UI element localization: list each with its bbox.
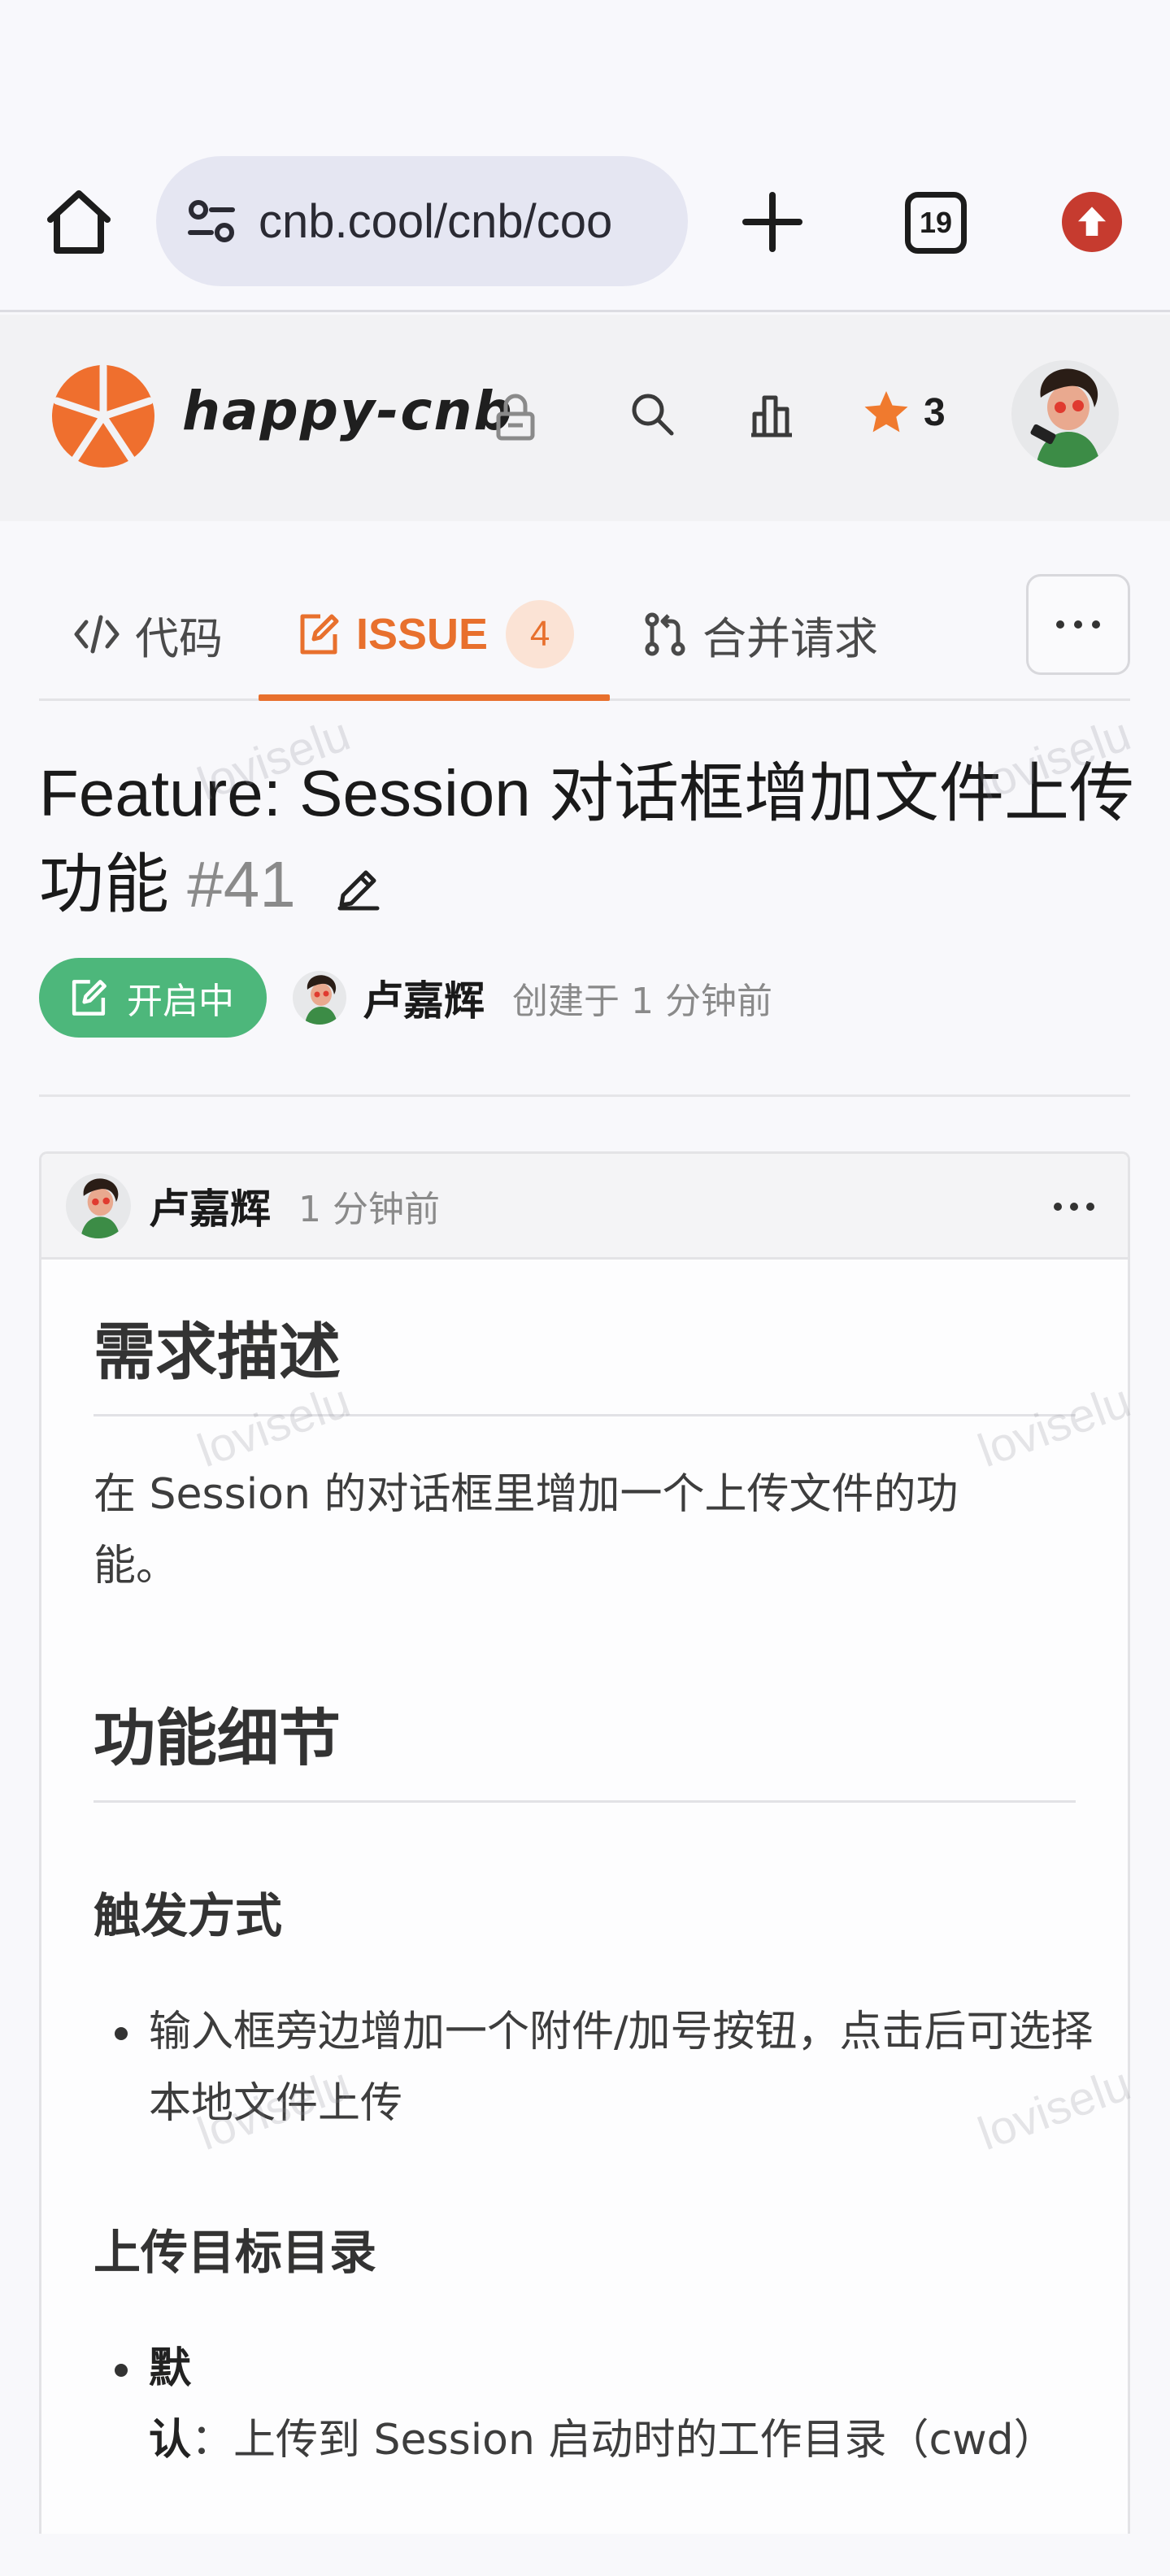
tab-code[interactable]: 代码 (73, 602, 223, 667)
comment-author-avatar[interactable] (66, 1173, 131, 1238)
divider (39, 1094, 1130, 1097)
comment-time: 1 分钟前 (298, 1188, 440, 1230)
tab-count: 19 (919, 206, 953, 239)
list-item: 默认：上传到 Session 启动时的工作目录（cwd） (94, 2333, 1094, 2476)
issue-meta: 开启中 卢嘉辉 创建于 1 分钟前 (39, 958, 772, 1038)
comment-header: 卢嘉辉 1 分钟前 (41, 1154, 1128, 1260)
list-item-text: ：上传到 Session 启动时的工作目录（cwd） (191, 2416, 1056, 2465)
status-label: 开启中 (127, 981, 234, 1022)
issue-comment: 卢嘉辉 1 分钟前 需求描述 在 Session 的对话框里增加一个上传文件的功… (39, 1151, 1130, 2534)
tab-merge-request[interactable]: 合并请求 (642, 602, 878, 667)
site-settings-icon[interactable] (179, 189, 244, 254)
more-options-button[interactable] (1026, 574, 1130, 675)
code-icon (74, 615, 120, 654)
heading-details: 功能细节 (94, 1688, 1076, 1803)
cnb-logo-icon[interactable] (50, 363, 156, 469)
trigger-list: 输入框旁边增加一个附件/加号按钮，点击后可选择本地文件上传 (94, 1996, 1094, 2139)
status-badge: 开启中 (39, 958, 267, 1038)
new-tab-plus-icon[interactable] (736, 185, 809, 259)
active-tab-indicator (259, 694, 610, 701)
stats-bar-icon[interactable] (746, 389, 797, 440)
repo-header: happy-cnb 3 (0, 315, 1170, 521)
issue-edit-icon (300, 614, 339, 655)
paragraph-requirement: 在 Session 的对话框里增加一个上传文件的功能。 (94, 1470, 959, 1590)
star-count: 3 (924, 390, 946, 434)
star-icon (862, 388, 911, 437)
tab-issue[interactable]: ISSUE 4 (296, 600, 575, 668)
lock-icon (494, 393, 537, 442)
repo-tabs: 代码 ISSUE 4 合并请求 (39, 569, 1130, 701)
issue-author[interactable]: 卢嘉辉 (363, 968, 485, 1027)
heading-trigger: 触发方式 (94, 1888, 283, 1943)
heading-requirement: 需求描述 (94, 1302, 1076, 1416)
url-text: cnb.cool/cnb/coo (259, 194, 613, 248)
comment-author[interactable]: 卢嘉辉 (149, 1177, 271, 1235)
home-icon[interactable] (42, 185, 115, 259)
comment-more-icon[interactable] (1050, 1186, 1098, 1227)
issue-created-time: 创建于 1 分钟前 (512, 981, 772, 1022)
pencil-icon[interactable] (335, 864, 382, 912)
tab-code-label: 代码 (135, 612, 223, 664)
tab-merge-request-label: 合并请求 (702, 612, 878, 664)
issue-count-badge: 4 (506, 600, 575, 668)
list-item: 输入框旁边增加一个附件/加号按钮，点击后可选择本地文件上传 (94, 1996, 1094, 2139)
heading-target-dir: 上传目标目录 (94, 2225, 377, 2280)
target-list: 默认：上传到 Session 启动时的工作目录（cwd） (94, 2333, 1076, 2476)
author-avatar[interactable] (293, 971, 346, 1025)
comment-body: 需求描述 在 Session 的对话框里增加一个上传文件的功能。 功能细节 触发… (41, 1260, 1128, 2476)
repo-name[interactable]: happy-cnb (182, 380, 514, 442)
tab-issue-label: ISSUE (356, 610, 489, 659)
list-item-bold: 默认 (149, 2344, 192, 2465)
search-icon[interactable] (628, 389, 676, 438)
browser-toolbar: cnb.cool/cnb/coo 19 (0, 0, 1170, 312)
issue-open-icon (72, 980, 107, 1016)
more-dots-icon (1056, 620, 1100, 629)
issue-number: #41 (187, 848, 296, 920)
issue-title: Feature: Session 对话框增加文件上传功能 #41 (39, 748, 1137, 930)
tab-switcher-button[interactable]: 19 (905, 192, 967, 254)
user-avatar[interactable] (1011, 360, 1119, 468)
star-button[interactable]: 3 (862, 388, 946, 437)
update-arrow-icon[interactable] (1062, 192, 1122, 252)
address-bar[interactable]: cnb.cool/cnb/coo (156, 156, 688, 286)
merge-request-icon (645, 612, 685, 656)
